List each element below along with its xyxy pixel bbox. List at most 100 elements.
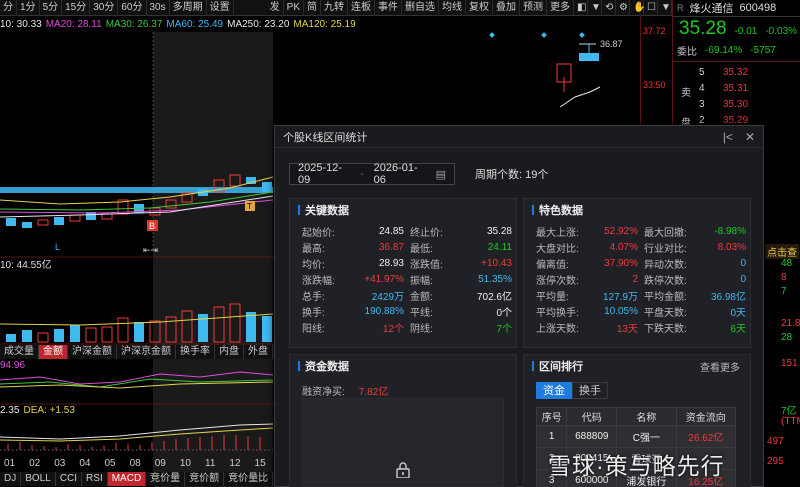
indicator-tab[interactable]: DJ: [0, 472, 22, 486]
stat-label: 跌停次数:: [644, 275, 687, 287]
indicator-tab[interactable]: 竞价量比: [224, 472, 274, 486]
click-check[interactable]: 点击查: [765, 244, 799, 259]
quote-fragment: 497: [767, 436, 784, 447]
xueqiu-watermark: 雪球·策与略先行: [548, 453, 725, 479]
toolbar-item[interactable]: 连板: [348, 0, 375, 16]
ask-level[interactable]: 3 35.30: [673, 96, 800, 112]
end-date[interactable]: 2026-01-06: [374, 162, 426, 186]
indicator-tab[interactable]: 内盘: [215, 345, 244, 359]
toolbar-item[interactable]: PK: [284, 0, 304, 16]
toolbar-item[interactable]: 5分: [40, 0, 63, 16]
ranking-title: 区间排行: [524, 355, 583, 377]
stat-label: 涨跌幅:: [302, 275, 335, 287]
toolbar-item[interactable]: 更多: [547, 0, 574, 16]
price-tick-top: 37.72: [643, 26, 666, 36]
stat-value: 51.35%: [478, 273, 512, 285]
view-more-link[interactable]: 查看更多: [700, 359, 740, 374]
ranking-header[interactable]: 代码: [566, 407, 618, 426]
toolbar-item[interactable]: 1分: [17, 0, 40, 16]
ranking-tab[interactable]: 换手: [572, 382, 608, 399]
stat-label: 平均金额:: [644, 291, 687, 303]
quote-fragment: 7亿: [781, 406, 797, 417]
indicator-tab[interactable]: RSI: [82, 472, 108, 486]
toolbar-item[interactable]: 复权: [466, 0, 493, 16]
volume-info: 10: 44.55亿: [0, 256, 52, 271]
stat-value: +41.97%: [364, 273, 404, 285]
stat-label: 起始价:: [302, 227, 335, 239]
toolbar-item[interactable]: 设置: [207, 0, 234, 16]
ranking-row[interactable]: 1 688809 C强一 26.62亿: [535, 425, 737, 448]
ma-indicator-line: 10: 30.33 MA20: 28.11 MA30: 26.37 MA60: 25.…: [0, 17, 356, 32]
stat-label: 行业对比:: [644, 243, 687, 255]
stat-label: 平线:: [410, 307, 433, 319]
indicator-tab[interactable]: 竞价量: [146, 472, 186, 486]
ma-value: MA60: 25.49: [166, 19, 224, 30]
ranking-header[interactable]: 序号: [535, 407, 568, 426]
toolbar-item[interactable]: 30分: [90, 0, 119, 16]
toolbar-icon[interactable]: ☐: [644, 0, 658, 16]
toolbar-item[interactable]: 事件: [375, 0, 402, 16]
stat-row: 最大上涨: 52.92% 最大回撤: -8.98%: [536, 223, 746, 239]
stat-row: 平均量: 127.9万 平均金额: 36.98亿: [536, 287, 746, 303]
toolbar-item[interactable]: 九转: [321, 0, 348, 16]
toolbar-icon[interactable]: ▼: [588, 0, 602, 16]
toolbar-icon[interactable]: ⟲: [602, 0, 616, 16]
ma-value: MA20: 28.11: [45, 19, 102, 30]
indicator-tab[interactable]: 成交量: [0, 345, 39, 359]
toolbar-item[interactable]: 预测: [520, 0, 547, 16]
stat-row: 涨停次数: 2 跌停次数: 0: [536, 271, 746, 287]
toolbar-item[interactable]: 叠加: [493, 0, 520, 16]
toolbar-item[interactable]: 30s: [147, 0, 170, 16]
indicator-tab[interactable]: 沪深京金额: [117, 345, 176, 359]
dialog-title: 个股K线区间统计: [283, 131, 368, 144]
indicator-tab[interactable]: MACD: [107, 472, 147, 486]
stat-label: 最大上涨:: [536, 227, 579, 239]
indicator-tab[interactable]: CCI: [56, 472, 83, 486]
indicator-tab[interactable]: 换手率: [176, 345, 215, 359]
ask-level[interactable]: 4 35.31: [673, 80, 800, 96]
toolbar-item[interactable]: 60分: [118, 0, 147, 16]
stat-value: 8.03%: [717, 241, 746, 253]
ranking-cell: 688809: [566, 425, 618, 448]
stat-value: 190.88%: [364, 305, 404, 317]
toolbar-icon[interactable]: ▼: [658, 0, 672, 16]
ask-level[interactable]: 5 35.32: [673, 64, 800, 80]
stock-code: 600498: [739, 2, 777, 14]
stat-value: 0天: [730, 307, 746, 319]
toolbar-item[interactable]: 多周期: [170, 0, 207, 16]
calendar-icon[interactable]: ▤: [436, 168, 446, 181]
stat-label: 金额:: [410, 291, 433, 303]
ranking-header[interactable]: 资金流向: [675, 407, 737, 426]
x-marker: L: [55, 242, 60, 252]
toolbar-icon[interactable]: ⚙: [616, 0, 630, 16]
stat-label: 最高:: [302, 243, 325, 255]
indicator-tab[interactable]: BOLL: [21, 472, 56, 486]
date-range-picker[interactable]: 2025-12-09 - 2026-01-06 ▤: [289, 162, 455, 186]
toolbar-item[interactable]: 删自选: [402, 0, 439, 16]
toolbar-icon[interactable]: ✋: [630, 0, 645, 16]
quote-fragment: 7: [781, 286, 787, 297]
toolbar-item[interactable]: 简: [304, 0, 321, 16]
fund-value: 7.82亿: [358, 387, 389, 398]
toolbar-item[interactable]: 15分: [62, 0, 91, 16]
toolbar-item[interactable]: 分: [0, 0, 17, 16]
ranking-cell: 26.62亿: [675, 425, 737, 448]
special-data-card: 特色数据 最大上涨: 52.92% 最大回撤: -8.98% 大盘对比: 4.07% 行业对…: [523, 198, 751, 348]
indicator-tab[interactable]: 外盘: [244, 345, 273, 359]
toolbar-item[interactable]: 发: [267, 0, 284, 16]
indicator-tab[interactable]: 金额: [39, 345, 68, 359]
ranking-tab[interactable]: 资金: [536, 382, 572, 399]
collapse-icon[interactable]: |<: [723, 130, 733, 144]
stat-row: 平均换手: 10.05% 平盘天数: 0天: [536, 303, 746, 319]
ranking-header[interactable]: 名称: [616, 407, 677, 426]
toolbar-icon[interactable]: ◧: [574, 0, 588, 16]
close-icon[interactable]: ✕: [745, 130, 755, 144]
stat-label: 振幅:: [410, 275, 433, 287]
stat-value: 36.87: [378, 241, 404, 253]
price-tick-mid: 33.50: [643, 80, 666, 90]
indicator-tab[interactable]: 沪深金额: [68, 345, 117, 359]
indicator-tab[interactable]: 竞价额: [185, 472, 225, 486]
dif-value: 2.35: [0, 405, 20, 416]
toolbar-item[interactable]: 均线: [439, 0, 466, 16]
start-date[interactable]: 2025-12-09: [298, 162, 350, 186]
